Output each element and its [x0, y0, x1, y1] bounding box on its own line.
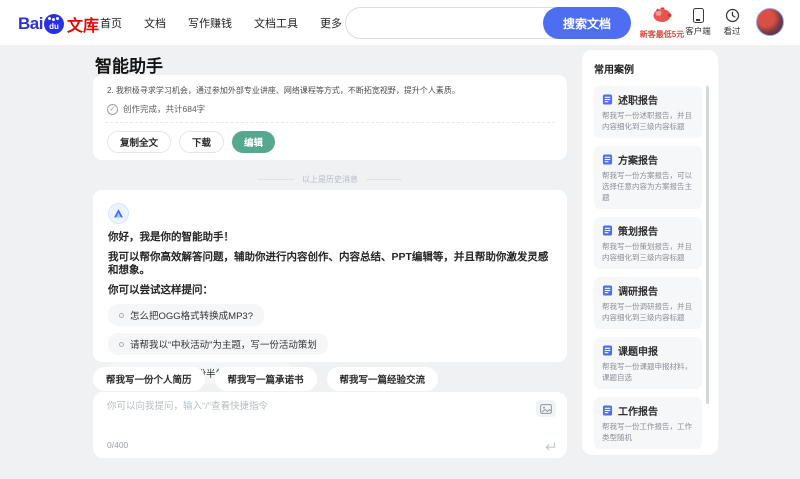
enter-icon[interactable] — [544, 442, 556, 452]
case-title: 方案报告 — [618, 156, 658, 167]
logo-text-du: du — [49, 22, 59, 31]
image-upload-icon[interactable] — [536, 400, 556, 417]
case-desc: 帮我写一份课题申报材料，课题自选 — [602, 362, 692, 382]
baidu-paw-icon: du — [43, 14, 64, 34]
case-item-keti-shenbao[interactable]: 课题申报 帮我写一份课题申报材料，课题自选 — [594, 337, 702, 389]
document-icon — [602, 285, 613, 296]
document-icon — [602, 225, 613, 236]
case-desc: 帮我写一份调研报告，并且内容细化到三级内容标题 — [602, 302, 692, 322]
top-navbar: Bai du 文库 首页 文档 写作赚钱 文档工具 更多 搜索文档 新客最低5元… — [0, 0, 800, 46]
check-circle-icon: ✓ — [107, 103, 118, 115]
divider-line — [366, 178, 402, 180]
char-counter: 0/400 — [107, 440, 129, 450]
assistant-message-card: 你好，我是你的智能助手！ 我可以帮你高效解答问题，辅助你进行内容创作、内容总结、… — [93, 190, 567, 384]
sidebar-scrollbar[interactable] — [706, 86, 709, 404]
quick-prompt-resume[interactable]: 帮我写一份个人简历 — [93, 367, 205, 391]
example-prompt-text: 怎么把OGG格式转换成MP3? — [130, 311, 253, 322]
logo-text-wenku: 文库 — [66, 18, 99, 35]
example-prompt-text: 请帮我以“中秋活动”为主题，写一份活动策划 — [130, 340, 317, 351]
promo-label: 新客最低5元 — [639, 30, 685, 39]
main-nav: 首页 文档 写作赚钱 文档工具 更多 — [100, 0, 342, 46]
nav-item-doc-tools[interactable]: 文档工具 — [254, 15, 298, 31]
nav-item-more[interactable]: 更多 — [320, 15, 342, 31]
assistant-greeting: 你好，我是你的智能助手！ — [108, 231, 234, 243]
document-icon — [602, 154, 613, 165]
download-button[interactable]: 下载 — [179, 131, 225, 153]
baidu-wenku-logo[interactable]: Bai du 文库 — [18, 12, 99, 36]
user-avatar[interactable] — [756, 8, 784, 36]
copy-all-button[interactable]: 复制全文 — [107, 131, 172, 153]
case-desc: 帮我写一份策划报告，并且内容细化到三级内容标题 — [602, 242, 692, 262]
divider-line — [258, 178, 294, 180]
case-desc: 帮我写一份工作报告，工作类型随机 — [602, 422, 692, 442]
bullet-circle-icon — [119, 312, 124, 318]
history-message-card: 2. 我积极寻求学习机会，通过参加外部专业讲座、网络课程等方式，不断拓宽视野，提… — [93, 75, 567, 160]
edit-button[interactable]: 编辑 — [232, 131, 276, 153]
common-cases-sidebar: 常用案例 述职报告 帮我写一份述职报告，并且内容细化到三级内容标题 方案报告 帮… — [582, 50, 718, 455]
bullet-circle-icon — [119, 341, 124, 347]
case-title: 调研报告 — [618, 287, 658, 298]
document-icon — [602, 94, 613, 105]
example-prompt-chip[interactable]: 怎么把OGG格式转换成MP3? — [108, 304, 264, 326]
document-icon — [602, 405, 613, 416]
case-list: 述职报告 帮我写一份述职报告，并且内容细化到三级内容标题 方案报告 帮我写一份方… — [594, 86, 718, 455]
nav-item-writing-earn[interactable]: 写作赚钱 — [188, 15, 232, 31]
prompt-input[interactable] — [107, 400, 527, 434]
example-prompt-chip[interactable]: 请帮我以“中秋活动”为主题，写一份活动策划 — [108, 333, 328, 355]
document-icon — [602, 345, 613, 356]
case-title: 述职报告 — [618, 96, 658, 107]
case-item-gongzuo-report[interactable]: 工作报告 帮我写一份工作报告，工作类型随机 — [594, 397, 702, 449]
page-title: 智能助手 — [95, 57, 163, 76]
client-download-menu[interactable]: 客户端 — [685, 8, 711, 37]
case-item-cehua-report[interactable]: 策划报告 帮我写一份策划报告，并且内容细化到三级内容标题 — [594, 217, 702, 269]
history-tail-text: 2. 我积极寻求学习机会，通过参加外部专业讲座、网络课程等方式，不断拓宽视野，提… — [107, 86, 460, 95]
case-item-diaoyan-report[interactable]: 调研报告 帮我写一份调研报告，并且内容细化到三级内容标题 — [594, 277, 702, 329]
sidebar-title: 常用案例 — [594, 65, 634, 76]
history-divider-text: 以上是历史消息 — [302, 174, 358, 184]
new-customer-promo[interactable]: 新客最低5元 — [632, 6, 692, 40]
logo-text-bai: Bai — [18, 14, 43, 33]
quick-prompt-row: 帮我写一份个人简历 帮我写一篇承诺书 帮我写一篇经验交流 — [93, 367, 439, 391]
viewed-label: 看过 — [723, 26, 741, 36]
phone-icon — [692, 8, 704, 23]
quick-prompt-commitment[interactable]: 帮我写一篇承诺书 — [214, 367, 317, 391]
dashed-divider — [105, 122, 555, 123]
assistant-intro: 我可以帮你高效解答问题，辅助你进行内容创作、内容总结、PPT编辑等，并且帮助你激… — [108, 251, 549, 276]
client-label: 客户端 — [685, 26, 711, 36]
assistant-try-label: 你可以尝试这样提问： — [108, 284, 213, 296]
case-item-fangan-report[interactable]: 方案报告 帮我写一份方案报告，可以选择任意内容为方案报告主题 — [594, 146, 702, 209]
history-divider: 以上是历史消息 — [93, 172, 567, 186]
case-title: 课题申报 — [618, 347, 658, 358]
history-actions: 复制全文 下载 编辑 — [107, 131, 553, 153]
status-text: 创作完成，共计684字 — [123, 104, 206, 114]
piggy-bank-icon — [651, 6, 673, 23]
assistant-avatar-icon — [108, 203, 129, 224]
nav-item-docs[interactable]: 文档 — [144, 15, 166, 31]
nav-item-home[interactable]: 首页 — [100, 15, 122, 31]
search-button[interactable]: 搜索文档 — [543, 7, 631, 39]
case-desc: 帮我写一份方案报告，可以选择任意内容为方案报告主题 — [602, 171, 692, 202]
prompt-input-card: 0/400 — [93, 392, 567, 458]
creation-status: ✓ 创作完成，共计684字 — [107, 103, 553, 115]
viewed-history-menu[interactable]: 看过 — [722, 8, 742, 37]
case-desc: 帮我写一份述职报告，并且内容细化到三级内容标题 — [602, 111, 692, 131]
case-title: 工作报告 — [618, 407, 658, 418]
quick-prompt-experience[interactable]: 帮我写一篇经验交流 — [326, 367, 439, 391]
case-title: 策划报告 — [618, 227, 658, 238]
clock-icon — [725, 8, 740, 23]
search-bar: 搜索文档 — [345, 7, 631, 39]
case-item-shuzhi-report[interactable]: 述职报告 帮我写一份述职报告，并且内容细化到三级内容标题 — [594, 86, 702, 138]
